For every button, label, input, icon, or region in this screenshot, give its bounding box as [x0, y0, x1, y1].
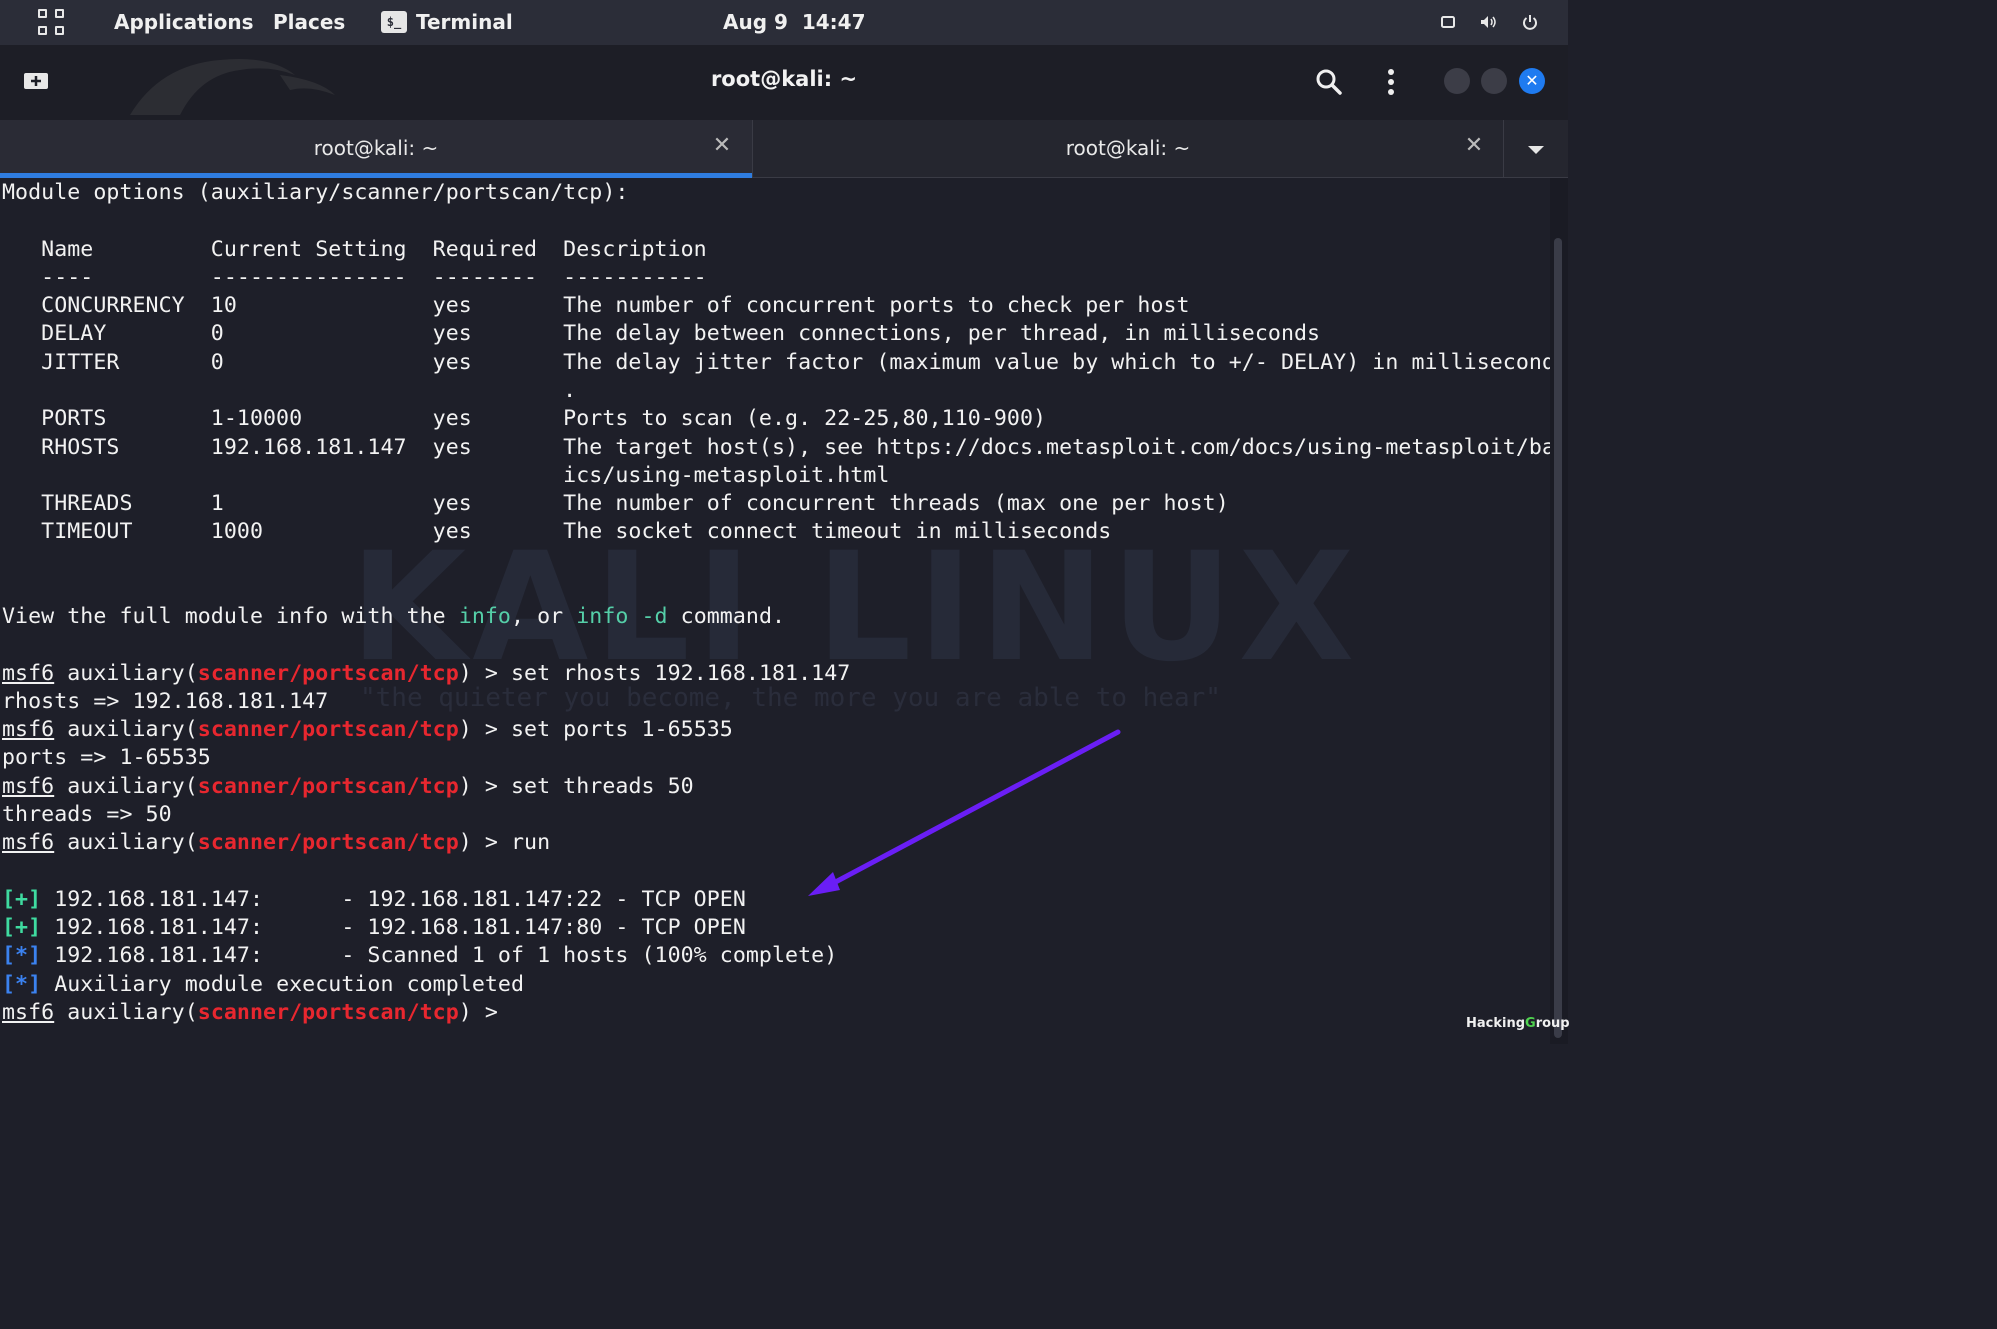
search-icon[interactable]: [1314, 67, 1344, 97]
apps-grid-icon[interactable]: [38, 9, 66, 37]
options-row-wrap: ics/using-metasploit.html: [2, 463, 890, 488]
scan-result-line: [+] 192.168.181.147: - 192.168.181.147:8…: [2, 915, 746, 940]
tab-dropdown-chevron-icon[interactable]: [1503, 120, 1568, 178]
tab-close-icon[interactable]: ✕: [1464, 134, 1484, 158]
volume-icon[interactable]: [1478, 12, 1498, 32]
kebab-menu-icon[interactable]: [1380, 67, 1402, 97]
tab-close-icon[interactable]: ✕: [712, 134, 732, 158]
scan-status-line: [*] Auxiliary module execution completed: [2, 972, 525, 997]
options-row: DELAY 0 yes The delay between connection…: [2, 321, 1321, 346]
tab-bar: root@kali: ~ ✕ root@kali: ~ ✕: [0, 120, 1568, 178]
options-row: PORTS 1-10000 yes Ports to scan (e.g. 22…: [2, 406, 1047, 431]
module-options-heading: Module options (auxiliary/scanner/portsc…: [2, 180, 629, 205]
command-output: ports => 1-65535: [2, 745, 211, 770]
info-d-command: info -d: [576, 604, 668, 629]
power-icon[interactable]: [1520, 12, 1540, 32]
scan-result-line: [+] 192.168.181.147: - 192.168.181.147:2…: [2, 887, 746, 912]
options-table-rule: ---- --------------- -------- ----------…: [2, 265, 707, 290]
tab-label: root@kali: ~: [1065, 136, 1191, 160]
options-row: RHOSTS 192.168.181.147 yes The target ho…: [2, 435, 1550, 460]
options-row: JITTER 0 yes The delay jitter factor (ma…: [2, 350, 1550, 375]
minimize-button[interactable]: [1444, 68, 1470, 94]
options-row: CONCURRENCY 10 yes The number of concurr…: [2, 293, 1190, 318]
command-output: rhosts => 192.168.181.147: [2, 689, 329, 714]
tab-1[interactable]: root@kali: ~ ✕: [0, 120, 752, 178]
prompt-line: msf6 auxiliary(scanner/portscan/tcp) > s…: [2, 717, 733, 742]
clock[interactable]: Aug 9 14:47: [723, 10, 866, 34]
maximize-button[interactable]: [1481, 68, 1507, 94]
command-output: threads => 50: [2, 802, 172, 827]
places-menu[interactable]: Places: [273, 10, 345, 34]
options-table-header: Name Current Setting Required Descriptio…: [2, 237, 707, 262]
scan-status-line: [*] 192.168.181.147: - Scanned 1 of 1 ho…: [2, 943, 838, 968]
prompt-line-current[interactable]: msf6 auxiliary(scanner/portscan/tcp) >: [2, 999, 511, 1027]
options-row-wrap: .: [2, 378, 577, 403]
applications-menu[interactable]: Applications: [114, 10, 253, 34]
scrollbar-thumb[interactable]: [1554, 238, 1562, 1038]
terminal-scrollbar[interactable]: [1550, 178, 1568, 1044]
terminal-output[interactable]: KALI LINUX "the quieter you become, the …: [0, 178, 1550, 1044]
prompt-line: msf6 auxiliary(scanner/portscan/tcp) > s…: [2, 661, 851, 686]
info-hint-line: View the full module info with the info,…: [2, 604, 786, 629]
close-icon[interactable]: ✕: [1519, 68, 1545, 94]
tab-2[interactable]: root@kali: ~ ✕: [752, 120, 1503, 178]
tab-label: root@kali: ~: [313, 136, 439, 160]
terminal-app-icon[interactable]: $_: [381, 11, 407, 33]
hacking-group-logo: HackingGroup: [1466, 1016, 1570, 1031]
options-row: THREADS 1 yes The number of concurrent t…: [2, 491, 1229, 516]
prompt-line: msf6 auxiliary(scanner/portscan/tcp) > r…: [2, 830, 551, 855]
info-command: info: [458, 604, 511, 629]
top-bar: Applications Places $_ Terminal Aug 9 14…: [0, 0, 1568, 45]
display-icon[interactable]: [1438, 12, 1458, 32]
prompt-line: msf6 auxiliary(scanner/portscan/tcp) > s…: [2, 774, 694, 799]
options-row: TIMEOUT 1000 yes The socket connect time…: [2, 519, 1112, 544]
terminal-app-menu[interactable]: Terminal: [416, 10, 513, 34]
window-headerbar: root@kali: ~ ✕: [0, 45, 1568, 120]
